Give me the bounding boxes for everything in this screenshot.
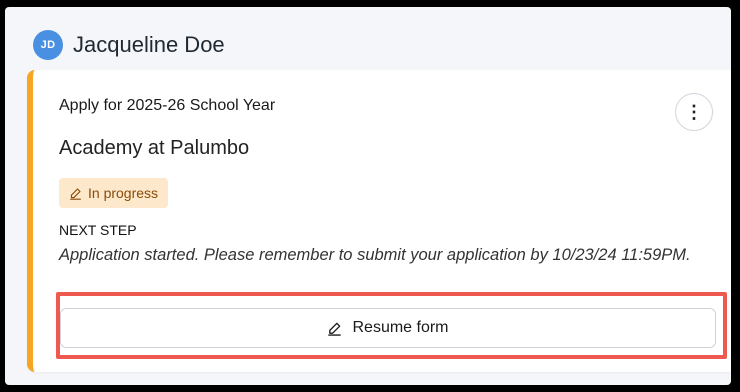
more-options-button[interactable]: ⋮	[675, 93, 713, 131]
student-header: JD Jacqueline Doe	[33, 30, 225, 60]
school-name: Academy at Palumbo	[59, 137, 250, 159]
resume-form-button[interactable]: Resume form	[60, 308, 716, 348]
student-name: Jacqueline Doe	[73, 32, 225, 57]
pencil-icon	[70, 187, 81, 200]
status-label: In progress	[88, 185, 159, 201]
status-badge: In progress	[59, 178, 169, 208]
next-step-label: NEXT STEP	[59, 222, 137, 238]
more-vertical-icon: ⋮	[685, 102, 703, 122]
resume-form-label: Resume form	[352, 319, 449, 336]
application-card: Apply for 2025-26 School Year ⋮ Academy …	[27, 70, 731, 372]
page-frame: JD Jacqueline Doe Apply for 2025-26 Scho…	[5, 7, 731, 385]
avatar: JD	[33, 30, 63, 60]
application-title: Apply for 2025-26 School Year	[59, 97, 276, 114]
pencil-icon	[328, 322, 342, 336]
next-step-text: Application started. Please remember to …	[59, 246, 691, 264]
